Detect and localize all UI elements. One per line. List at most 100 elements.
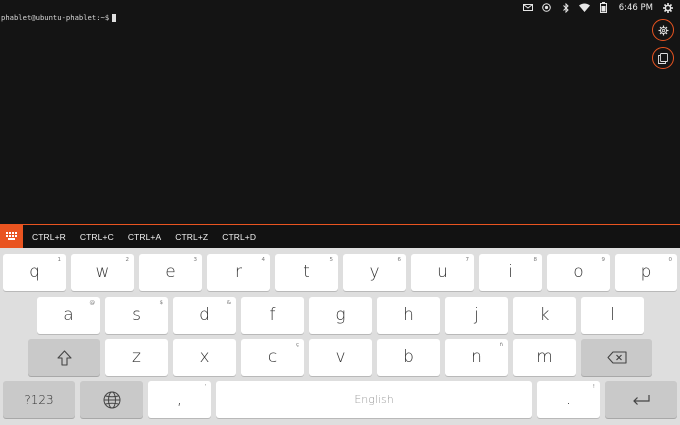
- key-label: o: [573, 262, 584, 282]
- key-w[interactable]: w2: [71, 254, 134, 291]
- key-label: z: [132, 347, 141, 367]
- key-k[interactable]: k: [513, 297, 576, 334]
- key-f[interactable]: f: [241, 297, 304, 334]
- key-i[interactable]: i8: [479, 254, 542, 291]
- key-a[interactable]: a @: [37, 297, 100, 334]
- key-hint: 0: [668, 257, 673, 263]
- key-label: m: [536, 347, 553, 367]
- key-label: y: [369, 262, 380, 282]
- key-n[interactable]: nñ: [445, 339, 508, 376]
- copy-icon: [658, 52, 668, 64]
- backspace-icon: [606, 351, 627, 364]
- key-hint: @: [89, 300, 96, 306]
- space-bar-label: English: [354, 393, 394, 406]
- key-hint: 8: [533, 257, 538, 263]
- key-j[interactable]: j: [445, 297, 508, 334]
- key-p[interactable]: p0: [615, 254, 677, 291]
- key-y[interactable]: y6: [343, 254, 406, 291]
- key-h[interactable]: h: [377, 297, 440, 334]
- key-label: e: [165, 262, 176, 282]
- key-hint: 4: [261, 257, 266, 263]
- key-hint: ñ: [499, 342, 504, 348]
- key-q[interactable]: q1: [3, 254, 66, 291]
- key-d[interactable]: d &: [173, 297, 236, 334]
- keypad-icon: [6, 231, 17, 241]
- shift-arrow-icon: [56, 349, 72, 366]
- key-label: i: [508, 262, 513, 282]
- key-hint: ç: [295, 342, 299, 348]
- key-c[interactable]: cç: [241, 339, 304, 376]
- key-b[interactable]: b: [377, 339, 440, 376]
- text-cursor: [112, 13, 117, 22]
- key-label: ?123: [24, 392, 54, 407]
- key-label: q: [29, 262, 40, 282]
- key-hint: 7: [465, 257, 470, 263]
- key-o[interactable]: o9: [547, 254, 610, 291]
- key-label: j: [474, 305, 479, 325]
- enter-key[interactable]: [605, 381, 677, 418]
- key-label: x: [199, 347, 210, 367]
- terminal-prompt: phablet@ubuntu-phablet:~$: [1, 13, 117, 22]
- shortcut-ctrl-a[interactable]: CTRL+A: [126, 232, 163, 242]
- terminal-settings-button[interactable]: [652, 19, 674, 41]
- key-v[interactable]: v: [309, 339, 372, 376]
- key-hint: 3: [193, 257, 198, 263]
- key-label: f: [269, 305, 276, 325]
- copy-paste-button[interactable]: [652, 47, 674, 69]
- shortcut-ctrl-d[interactable]: CTRL+D: [220, 232, 258, 242]
- on-screen-keyboard: q1 w2 e3 r4 t5 y6 u7 i8 o9 p0 a @ s $ d & f…: [0, 248, 680, 425]
- key-comma[interactable]: , ': [148, 381, 211, 418]
- key-hint: 1: [57, 257, 62, 263]
- key-l[interactable]: l: [581, 297, 644, 334]
- key-label: a: [63, 305, 74, 325]
- key-x[interactable]: x: [173, 339, 236, 376]
- key-hint: !: [592, 384, 595, 390]
- shortcut-ctrl-z[interactable]: CTRL+Z: [173, 232, 210, 242]
- space-bar[interactable]: English: [216, 381, 532, 418]
- key-hint: 2: [125, 257, 130, 263]
- keyboard-toggle-button[interactable]: [0, 224, 23, 248]
- key-u[interactable]: u7: [411, 254, 474, 291]
- shift-key[interactable]: [28, 339, 100, 376]
- enter-icon: [631, 394, 651, 406]
- key-label: u: [437, 262, 448, 282]
- gear-icon[interactable]: [662, 2, 674, 13]
- shortcut-ctrl-c[interactable]: CTRL+C: [78, 232, 116, 242]
- key-label: k: [539, 305, 550, 325]
- terminal-area[interactable]: phablet@ubuntu-phablet:~$: [0, 0, 640, 224]
- key-label: h: [403, 305, 414, 325]
- key-hint: 9: [601, 257, 606, 263]
- key-hint: $: [159, 300, 164, 306]
- key-label: d: [199, 305, 210, 325]
- symbols-key[interactable]: ?123: [3, 381, 75, 418]
- key-label: t: [303, 262, 310, 282]
- globe-icon: [103, 391, 121, 409]
- key-hint: 6: [397, 257, 402, 263]
- language-key[interactable]: [80, 381, 143, 418]
- key-s[interactable]: s $: [105, 297, 168, 334]
- key-label: g: [335, 305, 346, 325]
- backspace-key[interactable]: [581, 339, 652, 376]
- key-hint: &: [226, 300, 231, 306]
- prompt-text: phablet@ubuntu-phablet:~$: [1, 13, 110, 22]
- key-period[interactable]: .!: [537, 381, 600, 418]
- shortcut-ctrl-r[interactable]: CTRL+R: [30, 232, 68, 242]
- key-z[interactable]: z: [105, 339, 168, 376]
- key-label: s: [132, 305, 141, 325]
- shortcut-bar: CTRL+R CTRL+C CTRL+A CTRL+Z CTRL+D: [0, 224, 680, 248]
- key-g[interactable]: g: [309, 297, 372, 334]
- key-e[interactable]: e3: [139, 254, 202, 291]
- key-t[interactable]: t5: [275, 254, 338, 291]
- key-m[interactable]: m: [513, 339, 576, 376]
- key-label: p: [640, 262, 652, 282]
- key-label: .: [565, 389, 572, 409]
- key-hint: 5: [329, 257, 334, 263]
- key-hint: ': [204, 384, 206, 390]
- key-r[interactable]: r4: [207, 254, 270, 291]
- key-label: b: [403, 347, 414, 367]
- key-label: r: [235, 262, 242, 282]
- key-label: n: [471, 347, 482, 367]
- key-label: v: [335, 347, 346, 367]
- key-label: c: [267, 347, 278, 367]
- key-label: ,: [176, 389, 183, 409]
